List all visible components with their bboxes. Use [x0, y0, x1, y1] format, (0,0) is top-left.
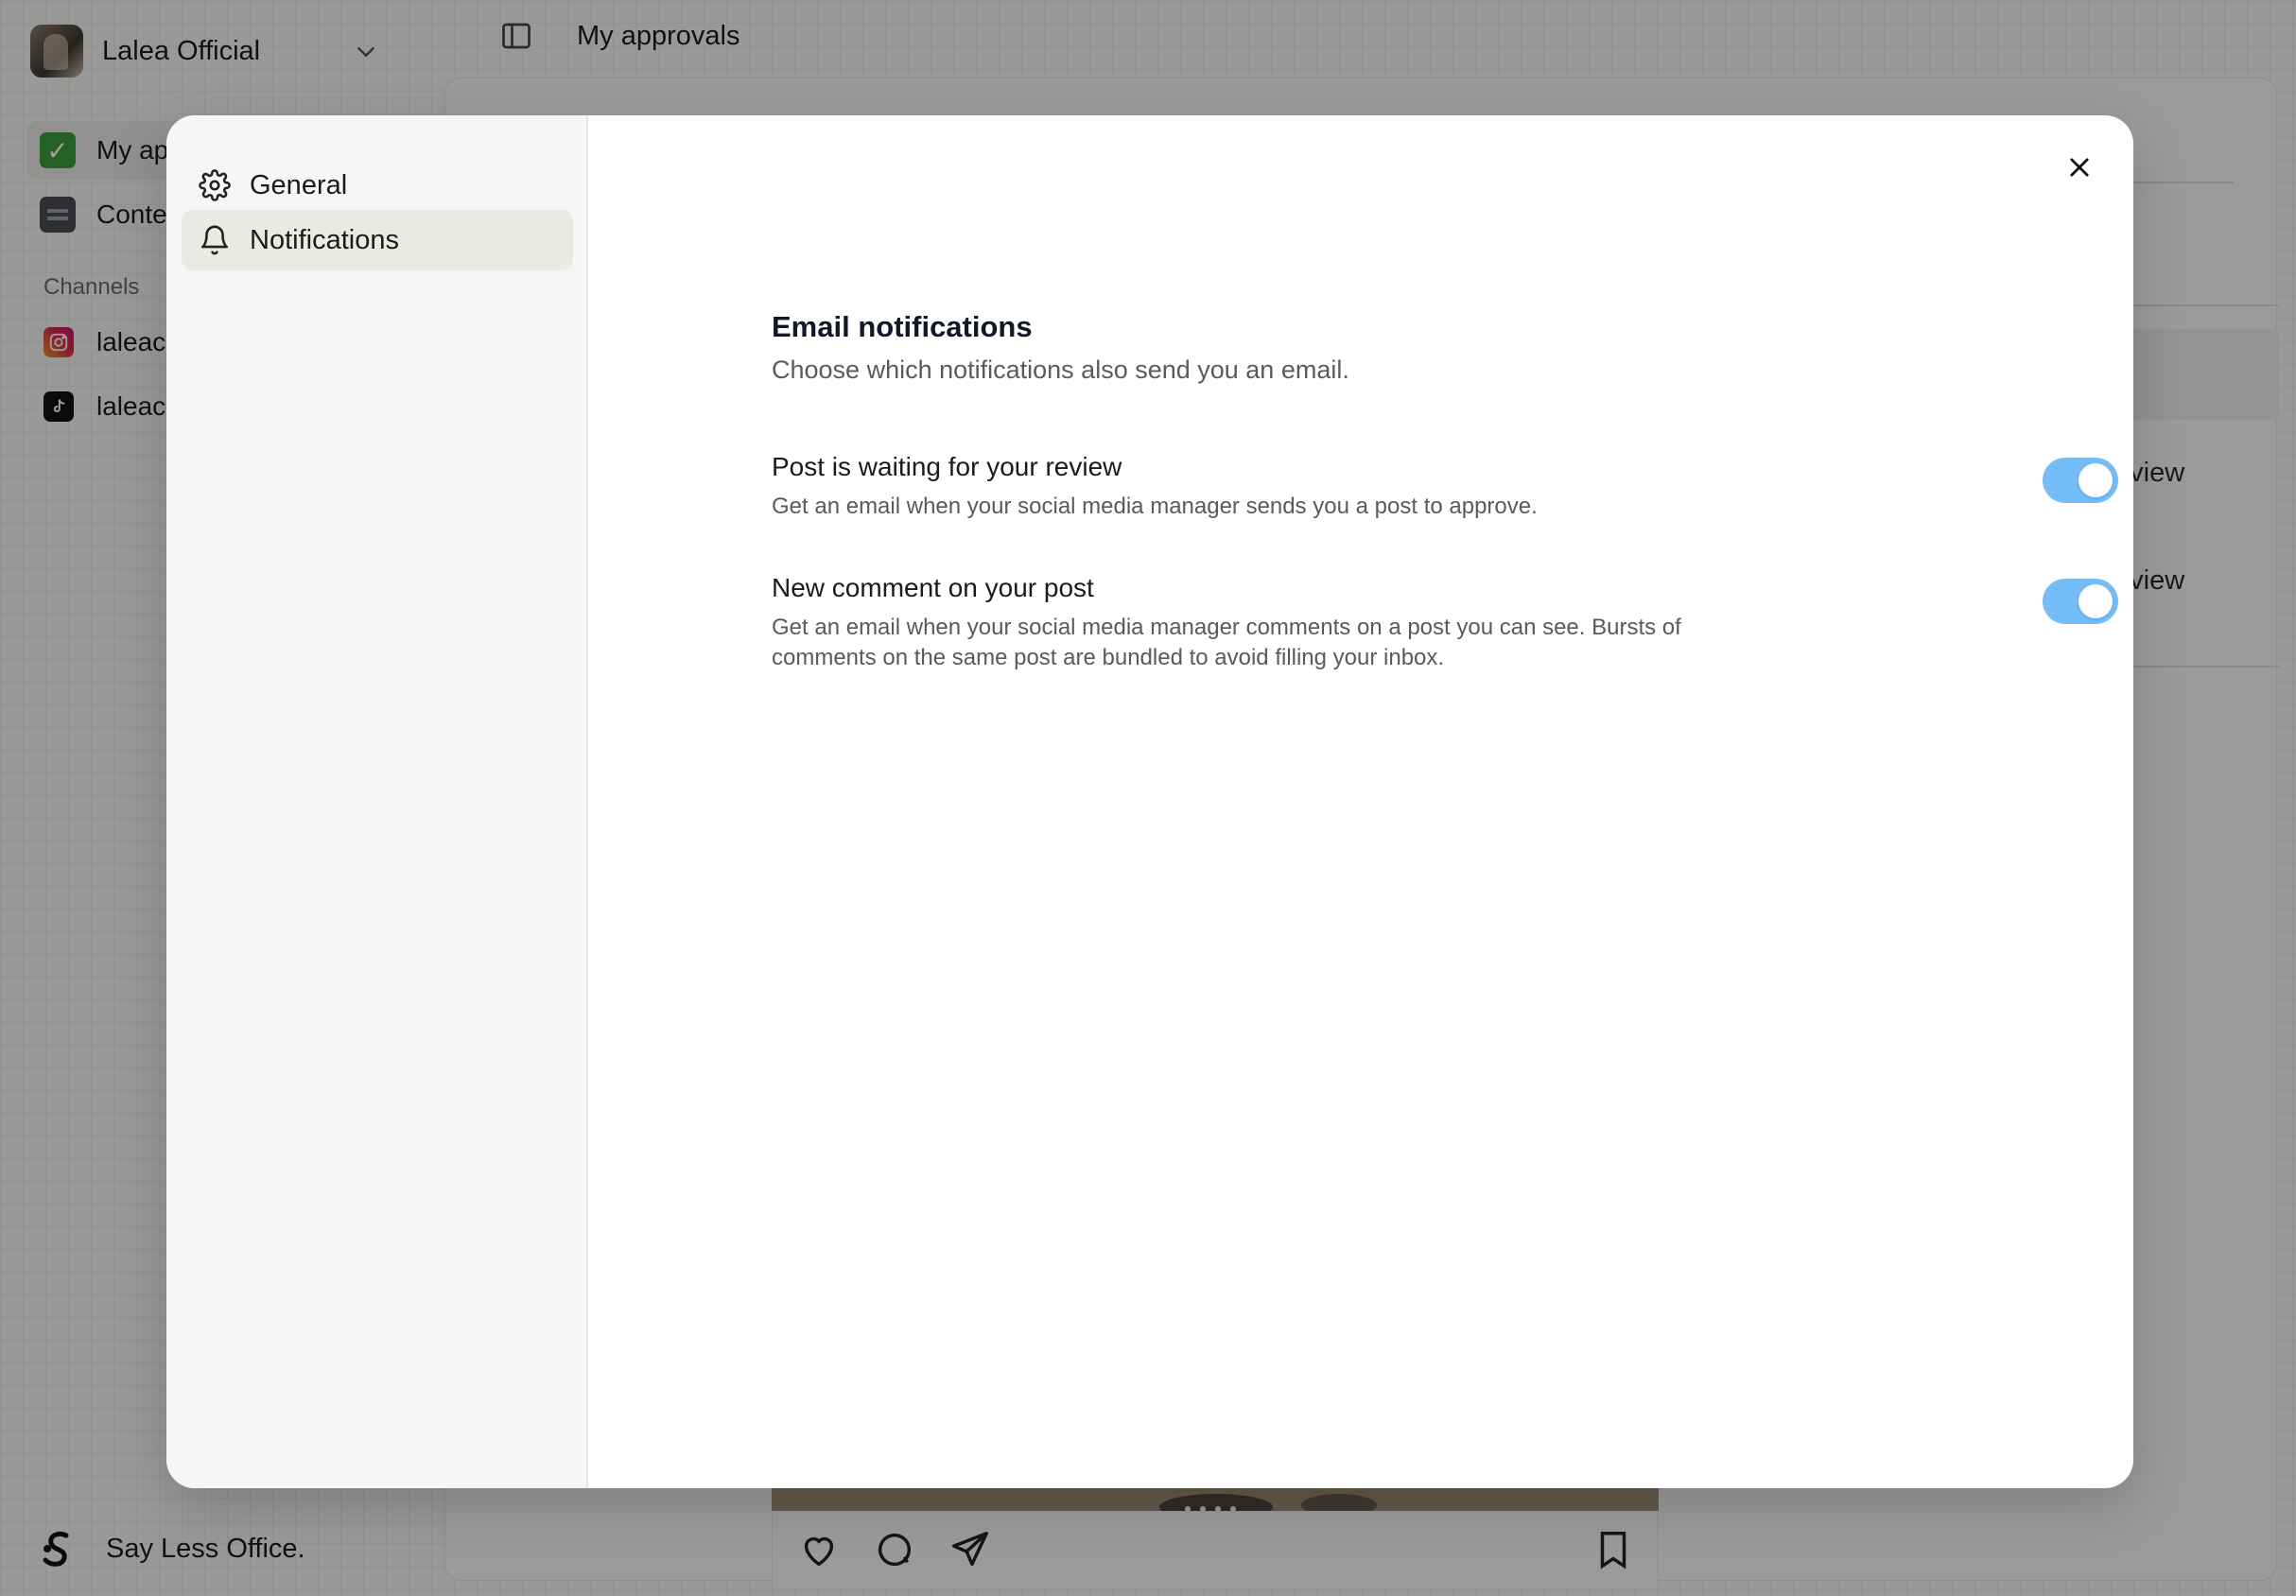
comment-email-toggle[interactable] — [2043, 579, 2118, 624]
settings-nav-label: General — [250, 169, 348, 200]
bell-icon — [200, 225, 229, 255]
settings-nav-label: Notifications — [250, 224, 399, 255]
notifications-panel: Email notifications Choose which notific… — [772, 191, 2118, 670]
close-button[interactable] — [2056, 144, 2103, 191]
settings-nav: General Notifications — [166, 115, 588, 1488]
gear-icon — [199, 169, 231, 201]
close-icon — [2070, 158, 2089, 177]
setting-row-review: Post is waiting for your review Get an e… — [772, 450, 1963, 522]
review-email-toggle[interactable] — [2043, 458, 2118, 503]
section-subtitle: Choose which notifications also send you… — [772, 356, 1349, 384]
setting-description: Get an email when your social media mana… — [772, 494, 1538, 519]
setting-description: Get an email when your social media mana… — [772, 615, 1681, 670]
section-title: Email notifications — [772, 310, 1033, 343]
setting-title: Post is waiting for your review — [772, 452, 1122, 481]
setting-row-comment: New comment on your post Get an email wh… — [772, 571, 1963, 673]
settings-nav-notifications[interactable]: Notifications — [182, 210, 573, 270]
setting-title: New comment on your post — [772, 573, 1094, 602]
settings-modal: General Notifications Email notification… — [166, 115, 2133, 1488]
settings-nav-general[interactable]: General — [182, 155, 573, 216]
app-window: Lalea Official ✓ My ap Conte Channels la… — [0, 0, 2296, 1596]
